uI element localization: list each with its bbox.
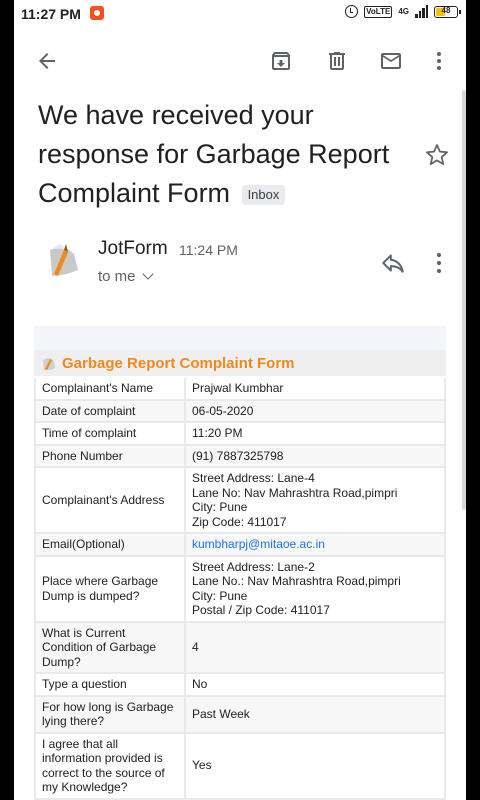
table-row: For how long is Garbage lying there? Past…: [34, 695, 446, 734]
field-label: Complainant's Address: [34, 467, 185, 534]
archive-button[interactable]: [268, 48, 294, 74]
email-subject: We have received your response for Garba…: [38, 96, 418, 213]
field-value: 11:20 PM: [184, 422, 446, 446]
sender-name: JotForm: [98, 238, 168, 259]
star-icon[interactable]: [424, 142, 450, 168]
more-options-button[interactable]: [426, 48, 452, 74]
status-icons: VoLTE 4G 48: [345, 5, 461, 18]
form-header: Garbage Report Complaint Form: [34, 350, 446, 376]
value-line: (91) 7887325798: [192, 448, 284, 463]
delete-button[interactable]: [324, 48, 350, 74]
field-value: No: [184, 673, 446, 697]
battery-icon: 48: [434, 5, 461, 18]
inbox-label-chip[interactable]: Inbox: [241, 184, 286, 205]
field-label: Place where Garbage Dump is dumped?: [34, 555, 185, 623]
field-label: Date of complaint: [34, 399, 185, 423]
message-more-icon[interactable]: [429, 250, 449, 276]
field-label: Phone Number: [34, 444, 185, 468]
archive-icon: [272, 52, 290, 70]
field-value: Past Week: [184, 695, 446, 734]
field-value: (91) 7887325798: [184, 444, 446, 468]
volte-badge: VoLTE: [364, 5, 393, 18]
recipient-details[interactable]: to me: [98, 268, 154, 285]
value-line: 06-05-2020: [192, 403, 254, 418]
field-value: 4: [184, 621, 446, 674]
signal-icon: [415, 5, 428, 18]
field-value: Prajwal Kumbhar: [184, 378, 446, 401]
value-line: Street Address: Lane-4: [192, 471, 315, 485]
back-button[interactable]: [34, 48, 60, 74]
field-label: Email(Optional): [34, 533, 185, 557]
trash-icon: [329, 52, 345, 70]
status-time: 11:27 PM: [21, 6, 81, 22]
value-line: Past Week: [192, 706, 250, 721]
form-response: Garbage Report Complaint Form Complainan…: [34, 350, 446, 800]
arrow-left-icon: [39, 53, 55, 69]
email-link[interactable]: kumbharpj@mitaoe.ac.in: [192, 537, 438, 552]
field-value: 06-05-2020: [184, 399, 446, 423]
jotform-logo-icon: [43, 358, 55, 371]
value-line: Prajwal Kumbhar: [192, 381, 284, 395]
status-bar: 11:27 PM VoLTE 4G 48: [14, 0, 466, 28]
value-line: 4: [192, 640, 199, 654]
scrollbar[interactable]: [462, 90, 466, 510]
field-label: Time of complaint: [34, 422, 185, 446]
email-body-banner: [34, 326, 446, 350]
value-line: Street Address: Lane-2: [192, 559, 315, 574]
field-value: Street Address: Lane-2 Lane No.: Nav Mahr…: [184, 555, 446, 623]
field-label: I agree that all information provided is…: [34, 732, 185, 800]
value-line: 11:20 PM: [192, 426, 243, 440]
battery-percent: 48: [441, 5, 451, 15]
network-type: 4G: [398, 7, 409, 16]
table-row: Complainant's Name Prajwal Kumbhar: [34, 378, 446, 401]
screen-recorder-icon: [90, 6, 104, 20]
field-label: For how long is Garbage lying there?: [34, 695, 185, 734]
field-value: Yes: [184, 732, 446, 800]
form-title: Garbage Report Complaint Form: [62, 354, 295, 372]
table-row: Type a question No: [34, 673, 446, 697]
field-value[interactable]: kumbharpj@mitaoe.ac.in: [184, 533, 446, 557]
mail-icon: [381, 53, 401, 69]
alarm-icon: [345, 5, 359, 18]
value-line: Zip Code: 411017: [192, 514, 287, 529]
reply-icon[interactable]: [380, 250, 406, 276]
table-row: Phone Number (91) 7887325798: [34, 444, 446, 468]
sender-avatar[interactable]: [44, 240, 80, 278]
value-line: Yes: [192, 758, 212, 773]
table-row: What is Current Condition of Garbage Dum…: [34, 621, 446, 674]
table-row: Place where Garbage Dump is dumped? Stree…: [34, 555, 446, 623]
field-label: Type a question: [34, 673, 185, 697]
value-line: City: Pune: [192, 500, 248, 514]
email-time: 11:24 PM: [179, 242, 238, 258]
table-row: Complainant's Address Street Address: Lan…: [34, 467, 446, 534]
value-line: No: [192, 677, 208, 691]
table-row: I agree that all information provided is…: [34, 732, 446, 800]
email-toolbar: [14, 40, 466, 80]
value-line: Postal / Zip Code: 411017: [192, 603, 330, 617]
table-row: Time of complaint 11:20 PM: [34, 422, 446, 446]
response-table: Complainant's Name Prajwal Kumbhar Date of…: [34, 378, 446, 800]
field-value: Street Address: Lane-4 Lane No: Nav Mahra…: [184, 467, 446, 534]
field-label: Complainant's Name: [34, 378, 185, 401]
mark-unread-button[interactable]: [378, 48, 404, 74]
email-screen: 11:27 PM VoLTE 4G 48 We have received yo…: [14, 0, 466, 800]
value-line: Lane No: Nav Mahrashtra Road,pimpri: [192, 485, 398, 500]
value-line: Lane No.: Nav Mahrashtra Road,pimpri: [192, 574, 401, 588]
table-row: Email(Optional) kumbharpj@mitaoe.ac.in: [34, 533, 446, 557]
more-vert-icon: [437, 52, 441, 70]
field-label: What is Current Condition of Garbage Dum…: [34, 621, 185, 674]
subject-text: We have received your response for Garba…: [38, 100, 390, 208]
recipient-text: to me: [98, 268, 136, 285]
value-line: City: Pune: [192, 588, 248, 603]
table-row: Date of complaint 06-05-2020: [34, 399, 446, 423]
chevron-down-icon: [141, 268, 154, 280]
